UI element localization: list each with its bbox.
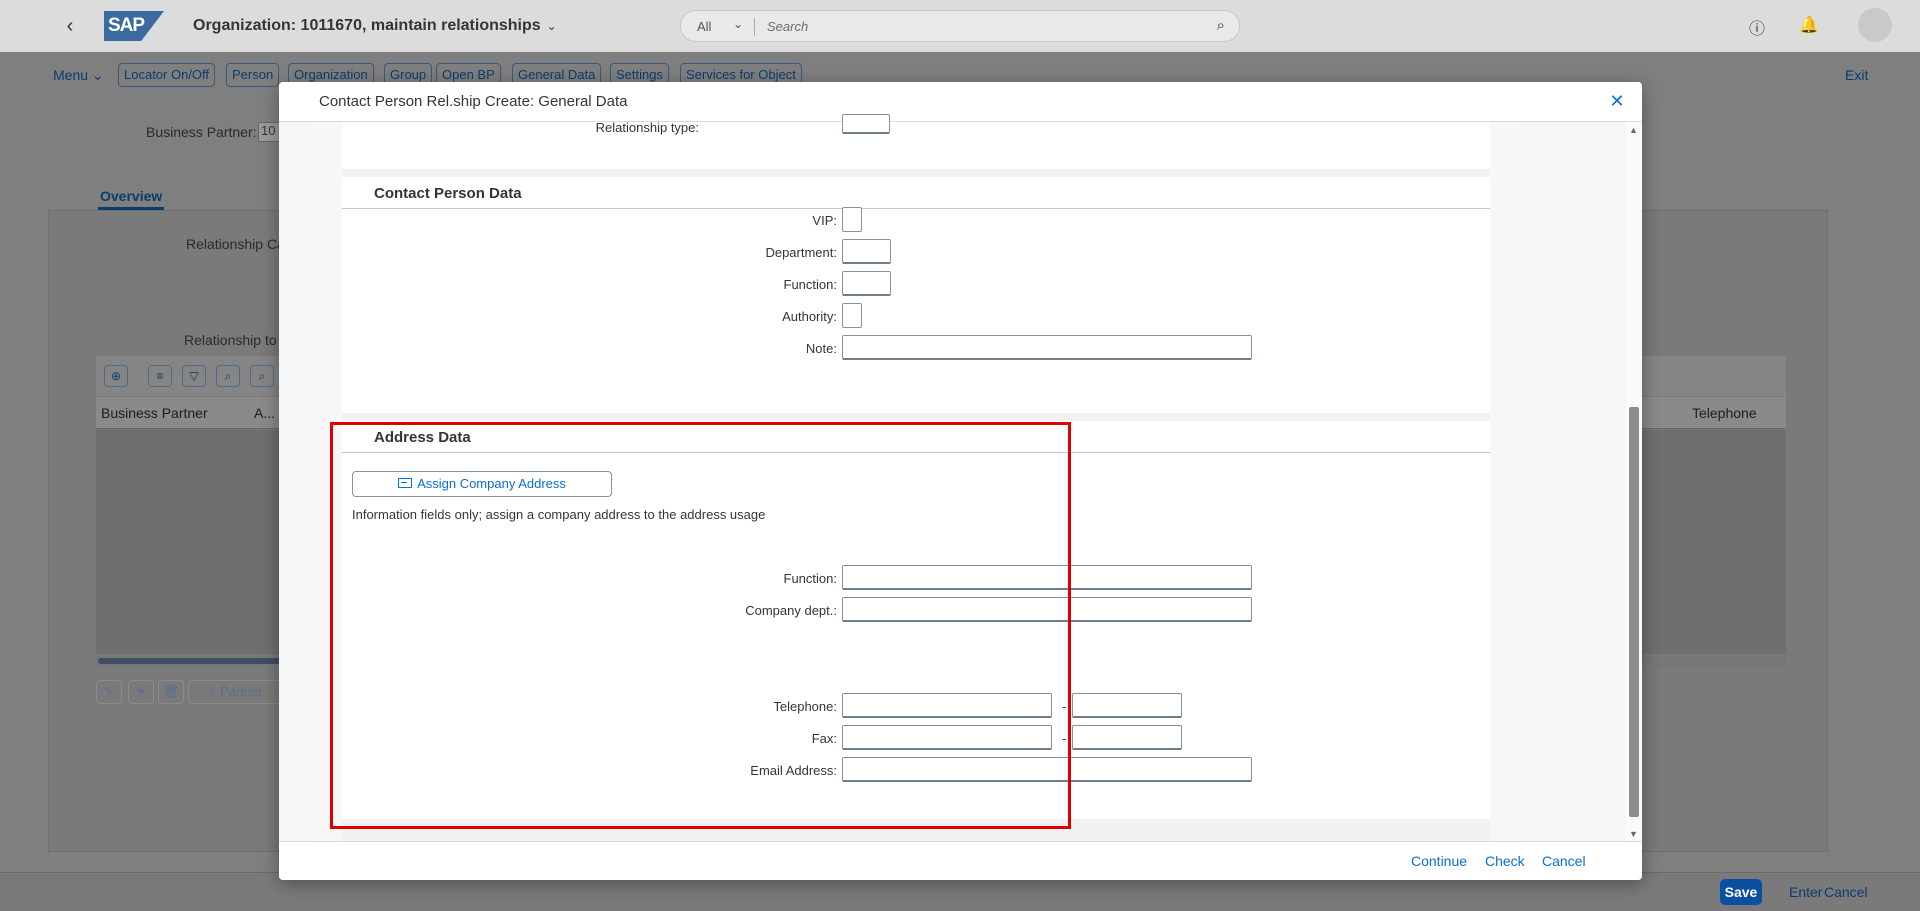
save-button[interactable]: Save — [1720, 879, 1762, 905]
section-gap — [342, 819, 1490, 841]
address-info-text: Information fields only; assign a compan… — [352, 507, 766, 522]
email-field[interactable] — [842, 757, 1252, 782]
shell-bar: ‹ SAP Organization: 1011670, maintain re… — [0, 0, 1920, 52]
fax-dash: - — [1062, 731, 1067, 746]
find-next-icon[interactable]: ⌕ — [250, 365, 274, 387]
telephone-dash: - — [1062, 699, 1067, 714]
relationship-category-label: Relationship Ca — [186, 236, 285, 252]
back-icon[interactable]: ‹ — [58, 15, 82, 39]
vip-field[interactable] — [842, 207, 862, 232]
cancel-button[interactable]: Cancel — [1824, 884, 1868, 900]
relationship-to-label: Relationship to — [184, 332, 277, 348]
search-icon[interactable]: ⌕ — [1217, 17, 1225, 34]
contact-person-dialog: Contact Person Rel.ship Create: General … — [279, 82, 1642, 880]
note-field[interactable] — [842, 335, 1252, 360]
edit-icon[interactable]: ✎ — [96, 680, 122, 704]
assign-company-address-button[interactable]: Assign Company Address — [352, 471, 612, 497]
address-function-label: Function: — [783, 571, 837, 586]
dialog-title: Contact Person Rel.ship Create: General … — [319, 93, 628, 110]
telephone-extension-field[interactable] — [1072, 693, 1182, 718]
scrollbar-thumb[interactable] — [98, 658, 288, 664]
delete-icon[interactable]: 🗑 — [158, 680, 184, 704]
dialog-header: Contact Person Rel.ship Create: General … — [279, 82, 1642, 122]
address-section-header: Address Data — [342, 421, 1490, 453]
check-button[interactable]: Check — [1485, 853, 1525, 869]
help-icon[interactable]: ⓘ — [1746, 15, 1768, 38]
authority-label: Authority: — [782, 309, 837, 324]
address-card-icon — [398, 478, 413, 488]
zoom-icon[interactable]: ⊕ — [104, 365, 128, 387]
fax-field[interactable] — [842, 725, 1052, 750]
dialog-body: Relationship type: Contact Person Data V… — [279, 114, 1632, 841]
assign-button-label: Assign Company Address — [417, 476, 566, 491]
align-icon[interactable]: ≡ — [148, 365, 172, 387]
column-telephone[interactable]: Telephone — [1692, 405, 1757, 421]
scrollbar-thumb[interactable] — [1629, 407, 1639, 817]
filter-icon[interactable]: ▽ — [182, 365, 206, 387]
telephone-label: Telephone: — [773, 699, 837, 714]
avatar[interactable] — [1858, 8, 1892, 42]
fax-extension-field[interactable] — [1072, 725, 1182, 750]
section-title: Address Data — [374, 429, 471, 446]
vip-label: VIP: — [812, 213, 837, 228]
person-button[interactable]: Person — [226, 63, 280, 87]
search-divider — [754, 18, 755, 36]
column-a[interactable]: A... — [254, 405, 275, 421]
contact-person-section-header: Contact Person Data — [342, 177, 1490, 209]
notification-bell-icon[interactable]: 🔔 — [1798, 15, 1820, 37]
address-function-field[interactable] — [842, 565, 1252, 590]
partner-button-label: Partner — [220, 684, 263, 699]
email-label: Email Address: — [750, 763, 837, 778]
company-dept-field[interactable] — [842, 597, 1252, 622]
telephone-field[interactable] — [842, 693, 1052, 718]
bp-label: Business Partner: — [146, 124, 257, 140]
menu-label: Menu — [53, 67, 89, 83]
tab-overview[interactable]: Overview — [100, 188, 162, 204]
section-gap — [342, 413, 1490, 421]
enter-button[interactable]: Enter — [1789, 884, 1822, 900]
dialog-footer: Continue Check Cancel — [279, 841, 1642, 880]
section-gap — [342, 169, 1490, 177]
vertical-scrollbar[interactable]: ▲ ▼ — [1626, 122, 1642, 841]
close-icon[interactable]: ✕ — [1606, 90, 1628, 112]
display-icon[interactable]: ⚭ — [128, 680, 154, 704]
department-label: Department: — [765, 245, 837, 260]
find-icon[interactable]: ⌕ — [216, 365, 240, 387]
chevron-down-icon: ⌄ — [733, 17, 744, 31]
exit-button[interactable]: Exit — [1845, 67, 1868, 83]
relationship-type-label: Relationship type: — [595, 120, 699, 135]
shell-search[interactable]: All ⌄ Search ⌕ — [680, 10, 1240, 42]
search-scope[interactable]: All — [697, 19, 711, 34]
app-title[interactable]: Organization: 1011670, maintain relation… — [193, 17, 557, 35]
partner-button[interactable]: ⌕ Partner — [188, 680, 284, 704]
sap-logo: SAP — [104, 11, 164, 41]
section-title: Contact Person Data — [374, 185, 522, 202]
company-dept-label: Company dept.: — [745, 603, 837, 618]
app-title-text: Organization: 1011670, maintain relation… — [193, 17, 541, 34]
search-input[interactable]: Search — [767, 19, 808, 34]
locator-toggle-button[interactable]: Locator On/Off — [118, 63, 216, 87]
department-field[interactable] — [842, 239, 891, 264]
note-label: Note: — [805, 341, 837, 356]
function-label: Function: — [783, 277, 837, 292]
continue-button[interactable]: Continue — [1411, 853, 1467, 869]
relationship-type-field[interactable] — [842, 114, 890, 134]
function-field[interactable] — [842, 271, 891, 296]
scroll-down-icon[interactable]: ▼ — [1629, 829, 1638, 839]
authority-field[interactable] — [842, 303, 862, 328]
chevron-down-icon: ⌄ — [546, 19, 557, 33]
scroll-up-icon[interactable]: ▲ — [1629, 125, 1638, 135]
cancel-button[interactable]: Cancel — [1542, 853, 1586, 869]
contact-person-section — [342, 177, 1490, 413]
fax-label: Fax: — [811, 731, 837, 746]
column-business-partner[interactable]: Business Partner — [101, 405, 208, 421]
menu-button[interactable]: Menu ⌄ — [53, 67, 104, 84]
